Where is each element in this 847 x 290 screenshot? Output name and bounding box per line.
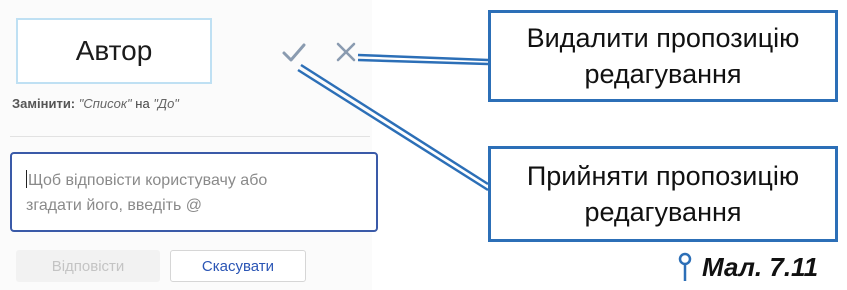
delete-callout-line2: редагування — [584, 59, 742, 89]
accept-suggestion-callout: Прийняти пропозицію редагування — [488, 146, 838, 242]
figure-caption-text: Мал. 7.11 — [702, 251, 819, 282]
delete-callout-line1: Видалити пропозицію — [526, 23, 800, 53]
accept-callout-line2: редагування — [584, 197, 742, 227]
accept-callout-line1: Прийняти пропозицію — [526, 161, 800, 191]
location-pin-icon — [678, 252, 692, 281]
delete-suggestion-callout: Видалити пропозицію редагування — [488, 10, 838, 102]
figure-caption: Мал. 7.11 — [676, 250, 818, 284]
